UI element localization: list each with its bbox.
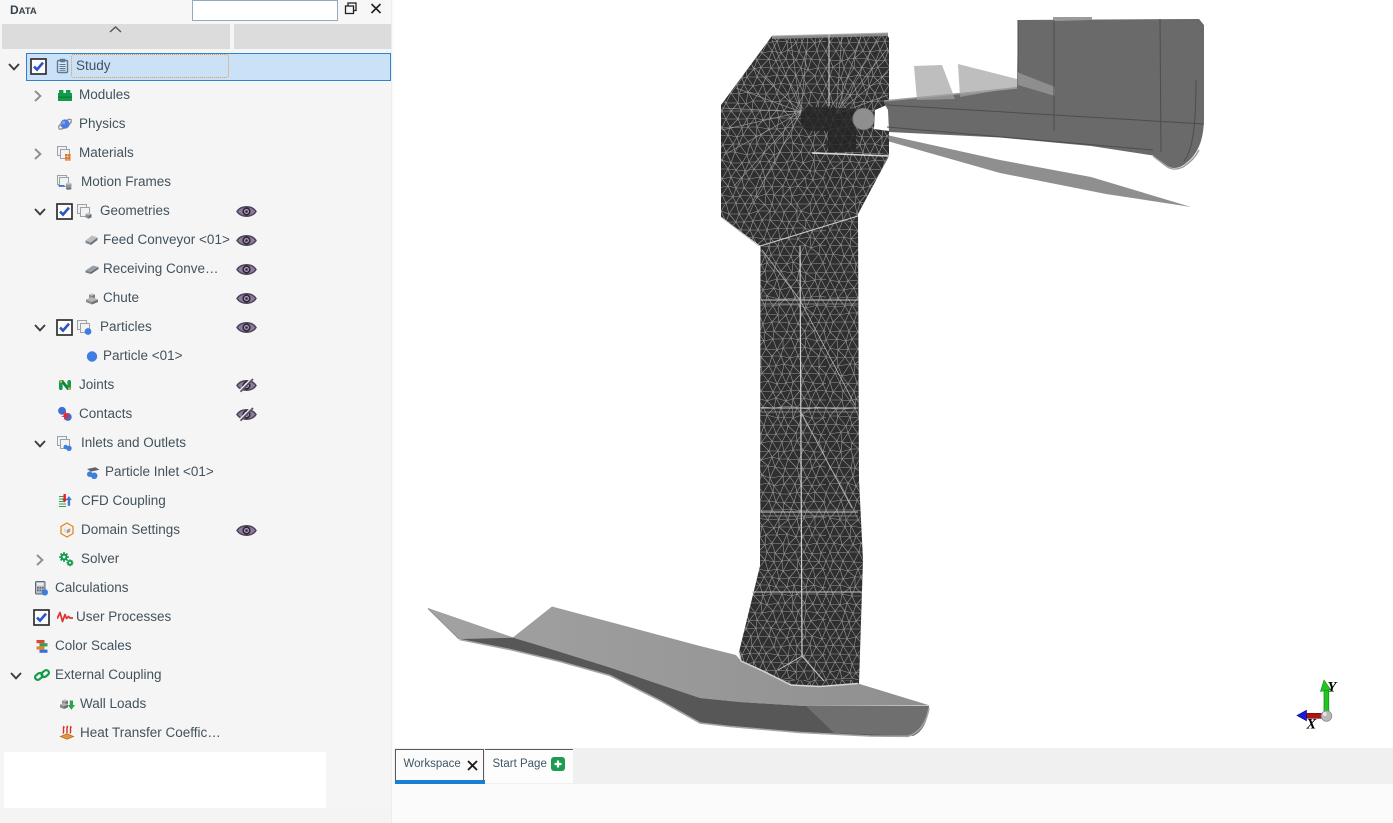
svg-text:Y: Y [1328, 680, 1338, 696]
svg-text:X: X [1306, 717, 1317, 733]
